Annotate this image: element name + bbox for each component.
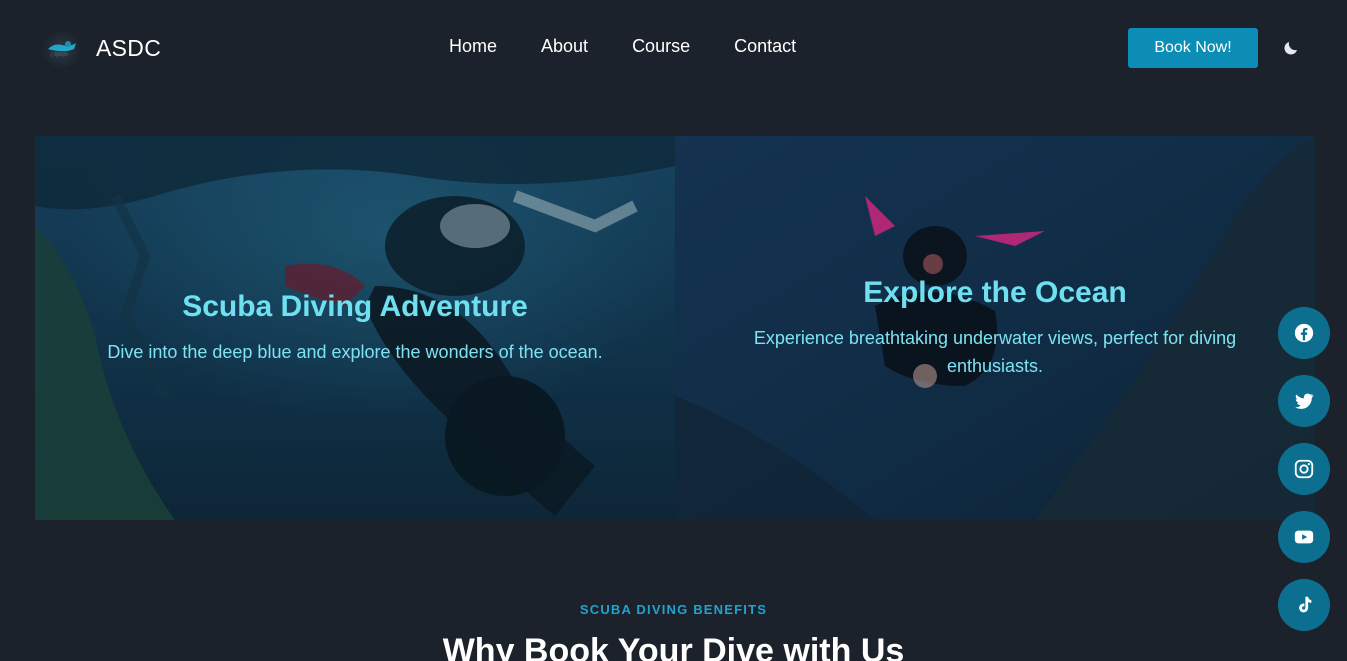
instagram-icon	[1294, 459, 1314, 479]
instagram-button[interactable]	[1278, 443, 1330, 495]
slide-description: Experience breathtaking underwater views…	[753, 328, 1237, 376]
navbar: ASDC Home About Course Contact Book Now!	[0, 0, 1347, 96]
brand-name: ASDC	[96, 34, 162, 61]
hero-slide[interactable]: Explore the Ocean Experience breathtakin…	[675, 136, 1315, 520]
moon-icon	[1284, 42, 1297, 55]
nav-link-contact[interactable]: Contact	[734, 36, 796, 57]
section-title: Why Book Your Dive with Us	[442, 632, 905, 661]
slide-caption: Scuba Diving Adventure Dive into the dee…	[35, 290, 675, 366]
nav-link-home[interactable]: Home	[449, 36, 497, 57]
facebook-button[interactable]	[1278, 307, 1330, 359]
youtube-icon	[1294, 530, 1314, 544]
twitter-icon	[1295, 393, 1314, 409]
book-now-button[interactable]: Book Now!	[1128, 28, 1258, 68]
slide-title: Scuba Diving Adventure	[182, 290, 528, 323]
facebook-icon	[1294, 323, 1314, 343]
slide-description: Dive into the deep blue and explore the …	[107, 342, 603, 362]
youtube-button[interactable]	[1278, 511, 1330, 563]
scuba-diver-logo-icon	[42, 28, 82, 68]
hero-carousel: Scuba Diving Adventure Dive into the dee…	[35, 136, 1315, 520]
theme-toggle[interactable]	[1280, 37, 1302, 59]
hero-slide[interactable]: Scuba Diving Adventure Dive into the dee…	[35, 136, 675, 520]
section-eyebrow: SCUBA DIVING BENEFITS	[579, 602, 768, 617]
twitter-button[interactable]	[1278, 375, 1330, 427]
page: ASDC Home About Course Contact Book Now!	[0, 0, 1347, 661]
main-nav: Home About Course Contact	[449, 36, 796, 57]
social-sidebar	[1278, 307, 1330, 631]
brand[interactable]: ASDC	[42, 28, 161, 68]
slide-caption: Explore the Ocean Experience breathtakin…	[675, 276, 1315, 380]
nav-link-course[interactable]: Course	[632, 36, 690, 57]
nav-link-about[interactable]: About	[541, 36, 588, 57]
slide-title: Explore the Ocean	[863, 276, 1127, 309]
